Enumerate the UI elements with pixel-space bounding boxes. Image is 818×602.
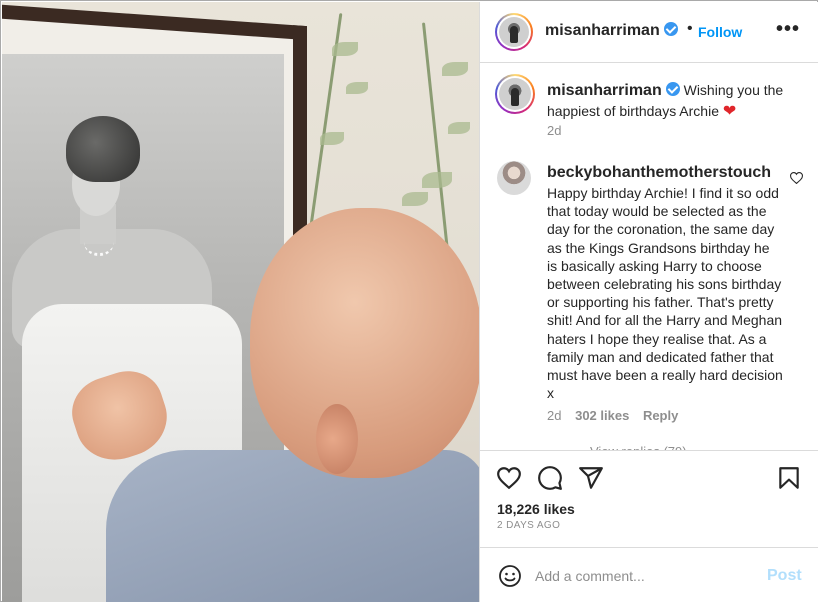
post-photo[interactable] <box>2 2 479 602</box>
wallpaper-leaf <box>332 42 358 56</box>
post-header: misanharriman • Follow ••• <box>480 2 818 63</box>
comments-list[interactable]: misanharriman Wishing you the happiest o… <box>480 64 818 464</box>
post-side-panel: misanharriman • Follow ••• misanharriman… <box>479 2 818 602</box>
wallpaper-leaf <box>346 82 368 94</box>
comment-likes[interactable]: 302 likes <box>575 408 629 423</box>
wallpaper-leaf <box>448 122 470 134</box>
comment-time[interactable]: 2d <box>547 408 561 423</box>
heart-icon[interactable] <box>496 465 522 491</box>
baby-ear <box>316 404 358 474</box>
comment-heart-icon[interactable] <box>790 172 803 184</box>
wallpaper-leaf <box>320 132 344 145</box>
likes-count[interactable]: 18,226 likes <box>497 501 575 517</box>
caption-username[interactable]: misanharriman <box>547 82 662 99</box>
verified-icon <box>663 22 678 36</box>
header-username-wrap[interactable]: misanharriman <box>545 22 678 40</box>
verified-icon <box>665 82 680 96</box>
header-username[interactable]: misanharriman <box>545 22 660 39</box>
wallpaper-leaf <box>422 172 452 188</box>
reply-button[interactable]: Reply <box>643 408 678 423</box>
post-comment-button[interactable]: Post <box>767 567 802 585</box>
comment-username[interactable]: beckybohanthemotherstouch <box>547 164 771 182</box>
share-icon[interactable] <box>578 465 604 491</box>
heart-emoji: ❤ <box>722 103 737 120</box>
comment-meta: 2d 302 likes Reply <box>547 408 688 423</box>
baby-head <box>250 208 479 478</box>
more-icon[interactable]: ••• <box>776 18 800 41</box>
wallpaper-vine <box>421 22 450 252</box>
wallpaper-leaf <box>442 62 468 76</box>
comment-icon[interactable] <box>537 465 563 491</box>
baby-body <box>106 450 479 602</box>
header-avatar[interactable] <box>495 13 533 51</box>
post-date[interactable]: 2 DAYS AGO <box>497 520 560 531</box>
instagram-post-window: misanharriman • Follow ••• misanharriman… <box>0 0 818 602</box>
comment-text: Happy birthday Archie! I find it so odd … <box>547 185 783 402</box>
caption: misanharriman Wishing you the happiest o… <box>547 80 797 122</box>
follow-button[interactable]: Follow <box>698 24 742 40</box>
header-separator: • <box>687 20 693 37</box>
caption-avatar[interactable] <box>495 74 535 114</box>
portrait-hair <box>66 116 140 182</box>
bookmark-icon[interactable] <box>776 465 802 491</box>
caption-time[interactable]: 2d <box>547 123 561 138</box>
add-comment-bar: Post <box>480 547 818 602</box>
comment-input[interactable] <box>535 562 755 590</box>
post-actions: 18,226 likes 2 DAYS AGO <box>480 450 818 546</box>
comment-avatar[interactable] <box>497 161 531 195</box>
wallpaper-leaf <box>402 192 428 206</box>
emoji-icon[interactable] <box>498 564 522 588</box>
